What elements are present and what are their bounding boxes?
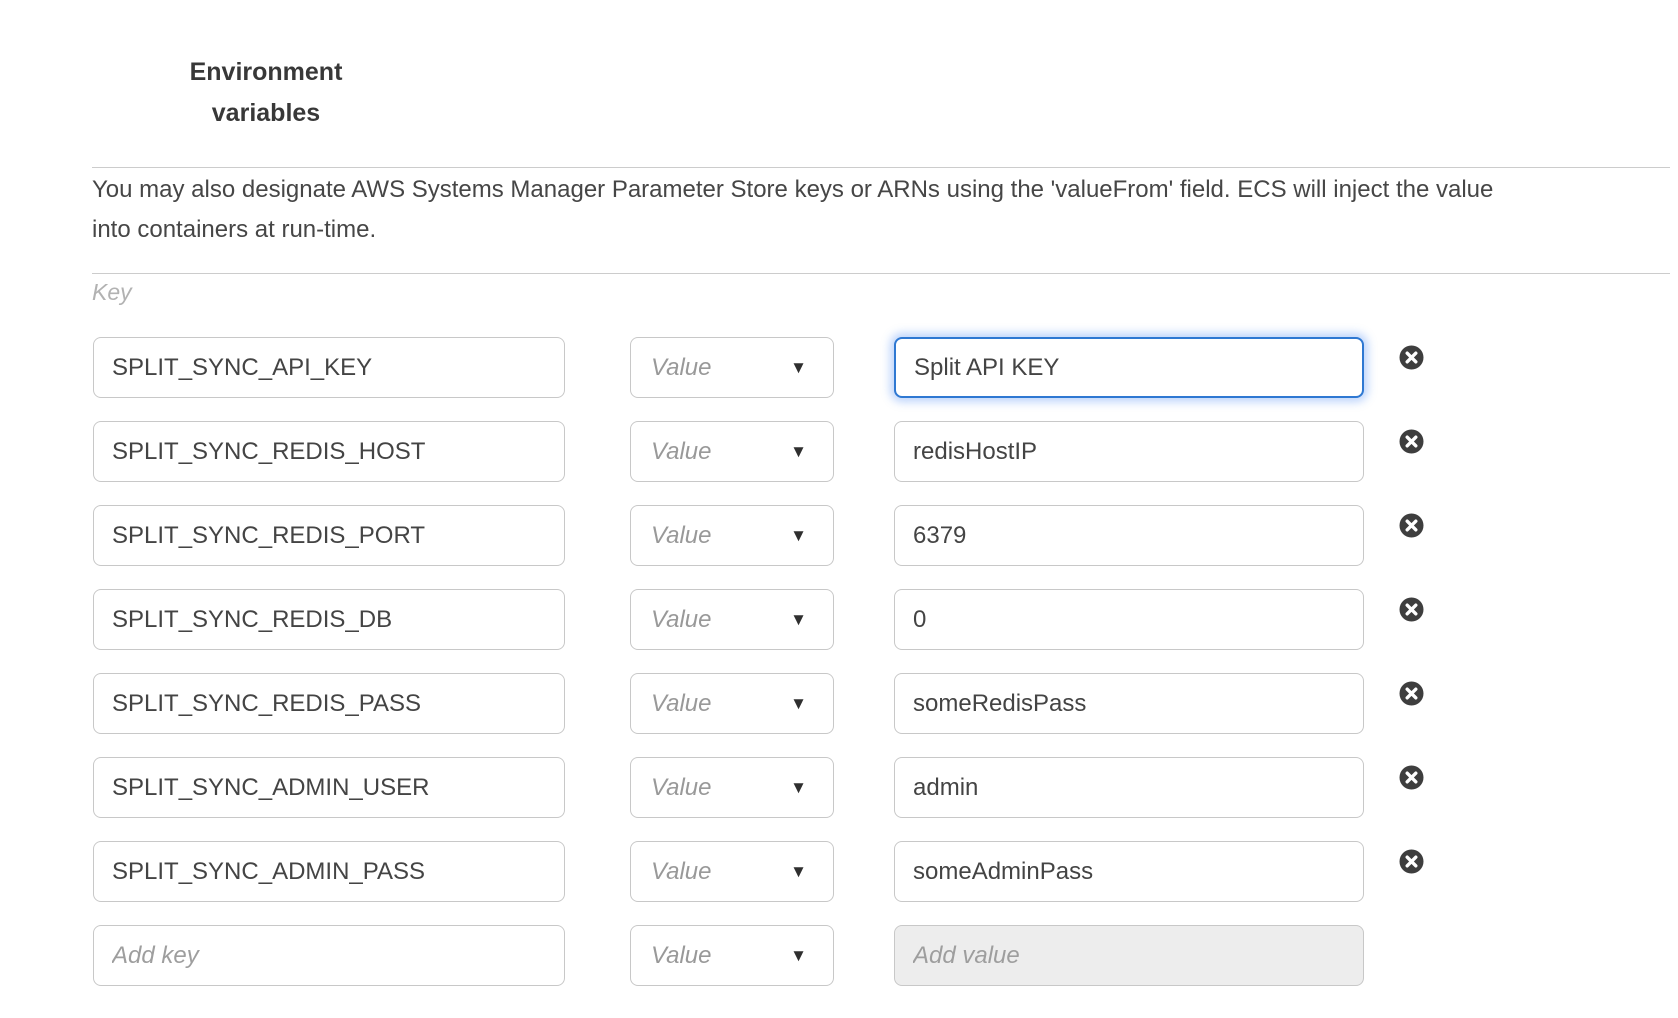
chevron-down-icon: ▼ bbox=[790, 442, 807, 462]
value-type-label: Value bbox=[651, 522, 712, 550]
value-type-dropdown[interactable]: Value ▼ bbox=[630, 757, 834, 818]
value-type-label: Value bbox=[651, 606, 712, 634]
value-type-dropdown[interactable]: Value ▼ bbox=[630, 505, 834, 566]
value-input[interactable] bbox=[894, 421, 1364, 482]
value-input[interactable] bbox=[894, 337, 1364, 398]
env-var-row: Value ▼ bbox=[93, 505, 1513, 566]
value-type-label: Value bbox=[651, 774, 712, 802]
value-type-dropdown[interactable]: Value ▼ bbox=[630, 841, 834, 902]
value-input[interactable] bbox=[894, 673, 1364, 734]
value-type-label: Value bbox=[651, 438, 712, 466]
value-type-label: Value bbox=[651, 354, 712, 382]
add-value-input bbox=[894, 925, 1364, 986]
key-input[interactable] bbox=[93, 757, 565, 818]
env-var-row: Value ▼ bbox=[93, 421, 1513, 482]
delete-row-button[interactable] bbox=[1399, 681, 1424, 706]
chevron-down-icon: ▼ bbox=[790, 946, 807, 966]
x-circle-icon bbox=[1399, 429, 1424, 454]
x-circle-icon bbox=[1399, 513, 1424, 538]
delete-row-button[interactable] bbox=[1399, 345, 1424, 370]
value-type-dropdown[interactable]: Value ▼ bbox=[630, 589, 834, 650]
env-var-row: Value ▼ bbox=[93, 757, 1513, 818]
value-type-label: Value bbox=[651, 690, 712, 718]
env-var-row: Value ▼ bbox=[93, 673, 1513, 734]
chevron-down-icon: ▼ bbox=[790, 526, 807, 546]
value-type-dropdown[interactable]: Value ▼ bbox=[630, 421, 834, 482]
value-input[interactable] bbox=[894, 505, 1364, 566]
value-type-dropdown[interactable]: Value ▼ bbox=[630, 673, 834, 734]
value-input[interactable] bbox=[894, 841, 1364, 902]
section-description: You may also designate AWS Systems Manag… bbox=[92, 170, 1527, 250]
key-input[interactable] bbox=[93, 589, 565, 650]
value-type-label: Value bbox=[651, 942, 712, 970]
add-key-input[interactable] bbox=[93, 925, 565, 986]
delete-row-button[interactable] bbox=[1399, 429, 1424, 454]
env-var-row: Value ▼ bbox=[93, 337, 1513, 398]
chevron-down-icon: ▼ bbox=[790, 610, 807, 630]
env-var-row: Value ▼ bbox=[93, 841, 1513, 902]
section-title: Environment variables bbox=[155, 52, 377, 134]
value-type-label: Value bbox=[651, 858, 712, 886]
env-var-rows: Value ▼ Value ▼ Value ▼ bbox=[93, 337, 1513, 1009]
value-input[interactable] bbox=[894, 589, 1364, 650]
chevron-down-icon: ▼ bbox=[790, 694, 807, 714]
key-input[interactable] bbox=[93, 421, 565, 482]
x-circle-icon bbox=[1399, 681, 1424, 706]
chevron-down-icon: ▼ bbox=[790, 862, 807, 882]
env-var-row: Value ▼ bbox=[93, 589, 1513, 650]
delete-row-button[interactable] bbox=[1399, 765, 1424, 790]
divider bbox=[92, 273, 1670, 274]
chevron-down-icon: ▼ bbox=[790, 778, 807, 798]
environment-variables-section: Environment variables You may also desig… bbox=[0, 0, 1678, 1018]
key-column-label: Key bbox=[92, 279, 132, 306]
x-circle-icon bbox=[1399, 765, 1424, 790]
key-input[interactable] bbox=[93, 505, 565, 566]
key-input[interactable] bbox=[93, 673, 565, 734]
delete-row-button[interactable] bbox=[1399, 849, 1424, 874]
x-circle-icon bbox=[1399, 849, 1424, 874]
x-circle-icon bbox=[1399, 345, 1424, 370]
divider bbox=[92, 167, 1670, 168]
value-type-dropdown[interactable]: Value ▼ bbox=[630, 337, 834, 398]
key-input[interactable] bbox=[93, 841, 565, 902]
add-env-var-row: Value ▼ bbox=[93, 925, 1513, 986]
value-type-dropdown[interactable]: Value ▼ bbox=[630, 925, 834, 986]
key-input[interactable] bbox=[93, 337, 565, 398]
value-input[interactable] bbox=[894, 757, 1364, 818]
x-circle-icon bbox=[1399, 597, 1424, 622]
delete-row-button[interactable] bbox=[1399, 513, 1424, 538]
chevron-down-icon: ▼ bbox=[790, 358, 807, 378]
delete-row-button[interactable] bbox=[1399, 597, 1424, 622]
